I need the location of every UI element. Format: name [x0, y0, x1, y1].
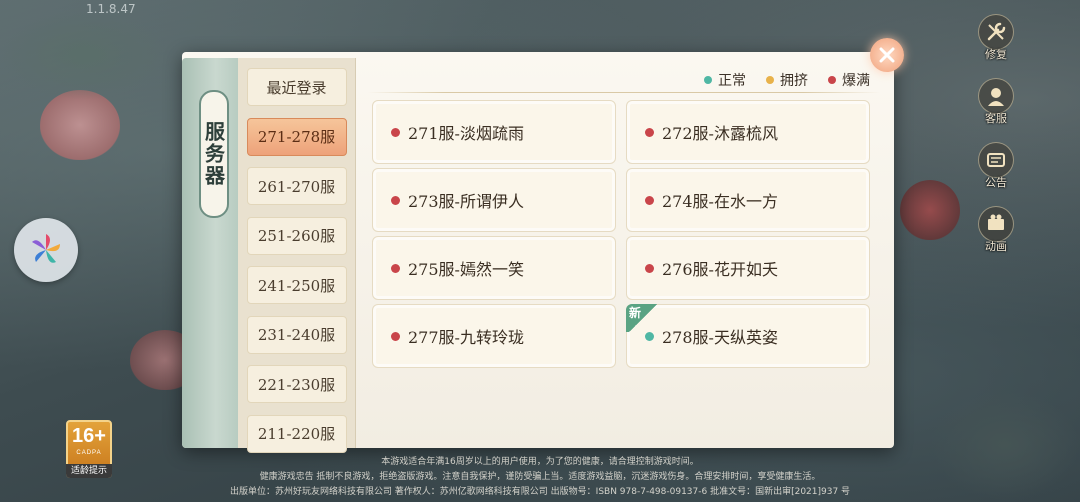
server-name: 274服-在水一方	[662, 192, 778, 211]
footer-publisher-info: 出版单位：苏州好玩友网络科技有限公司 著作权人：苏州亿歌网络科技有限公司 出版物…	[229, 487, 851, 497]
status-legend: 正常 拥挤 爆满	[704, 70, 870, 90]
server-card-273[interactable]: 273服-所谓伊人	[372, 168, 616, 232]
film-icon	[978, 206, 1014, 242]
server-name: 272服-沐露梳风	[662, 124, 778, 143]
server-name: 276服-花开如夭	[662, 260, 778, 279]
server-name: 277服-九转玲珑	[408, 328, 524, 347]
legend-normal: 正常	[704, 70, 746, 90]
server-card-278[interactable]: 新 278服-天纵英姿	[626, 304, 870, 368]
tab-231-240[interactable]: 231-240服	[246, 315, 347, 354]
server-name: 271服-淡烟疏雨	[408, 124, 524, 143]
legend-label: 爆满	[842, 73, 870, 89]
status-dot-icon	[645, 195, 654, 205]
pinwheel-icon	[32, 234, 60, 263]
floating-assistant-button[interactable]	[14, 218, 78, 282]
server-name: 275服-嫣然一笑	[408, 260, 524, 279]
legend-crowded: 拥挤	[766, 70, 808, 90]
divider	[368, 92, 880, 93]
tab-261-270[interactable]: 261-270服	[246, 167, 347, 205]
tab-251-260[interactable]: 251-260服	[246, 216, 347, 255]
new-badge-label: 新	[629, 306, 642, 320]
server-name: 273服-所谓伊人	[408, 192, 524, 211]
status-dot-icon	[391, 263, 400, 273]
side-item-animation[interactable]: 动画	[976, 206, 1016, 254]
side-item-repair[interactable]: 修复	[976, 14, 1016, 62]
close-icon	[879, 47, 895, 63]
footer-notices: 本游戏适合年满16周岁以上的用户使用，为了您的健康，请合理控制游戏时间。 健康游…	[0, 455, 1080, 500]
tab-211-220[interactable]: 211-220服	[246, 414, 347, 453]
status-dot-icon	[391, 195, 400, 205]
server-name: 278服-天纵英姿	[662, 328, 778, 347]
side-item-customer-service[interactable]: 客服	[976, 78, 1016, 126]
close-button[interactable]	[870, 38, 904, 72]
side-label-repair: 修复	[985, 48, 1007, 61]
footer-health-notice: 健康游戏忠告 抵制不良游戏，拒绝盗版游戏。注意自我保护，谨防受骗上当。适度游戏益…	[259, 472, 821, 482]
status-dot-icon	[391, 331, 400, 341]
legend-full: 爆满	[828, 70, 870, 90]
notice-icon	[978, 142, 1014, 178]
side-menu: 修复 客服 公告 动画	[976, 14, 1016, 270]
server-card-276[interactable]: 276服-花开如夭	[626, 236, 870, 300]
footer-age-notice: 本游戏适合年满16周岁以上的用户使用，为了您的健康，请合理控制游戏时间。	[381, 457, 699, 467]
legend-label: 正常	[718, 73, 746, 89]
panel-title: 服务器	[201, 121, 226, 187]
server-card-272[interactable]: 272服-沐露梳风	[626, 100, 870, 164]
new-badge: 新	[626, 304, 660, 332]
customer-service-icon	[978, 78, 1014, 114]
server-range-tabs: 最近登录 271-278服 261-270服 251-260服 241-250服…	[238, 58, 356, 453]
server-grid: 271服-淡烟疏雨 272服-沐露梳风 273服-所谓伊人 274服-在水一方 …	[372, 100, 870, 368]
panel-spine: 服务器	[182, 58, 238, 448]
server-select-panel: 服务器 最近登录 271-278服 261-270服 251-260服 241-…	[182, 52, 894, 453]
side-item-notice[interactable]: 公告	[976, 142, 1016, 190]
server-list-area: 正常 拥挤 爆满 271服-淡烟疏雨 272服-沐露梳风 273服-所谓伊人 2…	[368, 58, 880, 448]
tab-221-230[interactable]: 221-230服	[246, 365, 347, 403]
status-dot-icon	[704, 76, 712, 84]
status-dot-icon	[391, 127, 400, 137]
status-dot-icon	[645, 331, 654, 341]
status-dot-icon	[828, 76, 836, 84]
age-rating: 16+	[72, 425, 106, 447]
legend-label: 拥挤	[780, 73, 808, 89]
side-label-customer-service: 客服	[985, 112, 1007, 125]
status-dot-icon	[766, 76, 774, 84]
lotus-decoration	[40, 90, 120, 160]
status-dot-icon	[645, 127, 654, 137]
server-card-271[interactable]: 271服-淡烟疏雨	[372, 100, 616, 164]
version-label: 1.1.8.47	[86, 2, 136, 16]
tab-241-250[interactable]: 241-250服	[246, 266, 347, 304]
side-label-animation: 动画	[985, 240, 1007, 253]
side-label-notice: 公告	[985, 176, 1007, 189]
panel-title-badge: 服务器	[199, 90, 229, 218]
wrench-icon	[978, 14, 1014, 50]
server-card-275[interactable]: 275服-嫣然一笑	[372, 236, 616, 300]
status-dot-icon	[645, 263, 654, 273]
tab-recent-login[interactable]: 最近登录	[246, 68, 347, 106]
lotus-decoration	[900, 180, 960, 240]
leaf-decoration	[0, 10, 170, 100]
tab-271-278[interactable]: 271-278服	[246, 117, 347, 156]
server-card-274[interactable]: 274服-在水一方	[626, 168, 870, 232]
server-card-277[interactable]: 277服-九转玲珑	[372, 304, 616, 368]
